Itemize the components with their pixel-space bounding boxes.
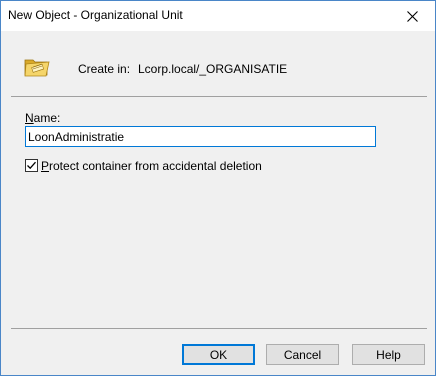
name-label-mnemonic: N — [25, 111, 34, 125]
name-label-text: ame: — [33, 111, 61, 125]
protect-checkbox[interactable] — [25, 159, 38, 172]
name-input[interactable] — [25, 126, 376, 147]
title-bar[interactable]: New Object - Organizational Unit — [1, 1, 435, 31]
name-label: Name: — [25, 111, 60, 125]
cancel-button[interactable]: Cancel — [266, 344, 339, 365]
dialog-window: New Object - Organizational Unit Create … — [0, 0, 436, 376]
close-button[interactable] — [389, 1, 435, 31]
ou-folder-icon — [24, 59, 50, 77]
protect-checkbox-label[interactable]: Protect container from accidental deleti… — [41, 159, 262, 173]
protect-label-text: rotect container from accidental deletio… — [49, 159, 262, 173]
separator-bottom — [11, 328, 427, 329]
create-in-label: Create in: — [78, 62, 131, 76]
close-icon — [406, 10, 418, 22]
separator-top — [11, 96, 427, 97]
protect-label-mnemonic: P — [41, 159, 50, 173]
checkmark-icon — [27, 161, 36, 170]
ok-button[interactable]: OK — [182, 344, 255, 365]
help-button[interactable]: Help — [352, 344, 425, 365]
create-in-path: Lcorp.local/_ORGANISATIE — [138, 62, 288, 76]
window-title: New Object - Organizational Unit — [8, 8, 183, 22]
